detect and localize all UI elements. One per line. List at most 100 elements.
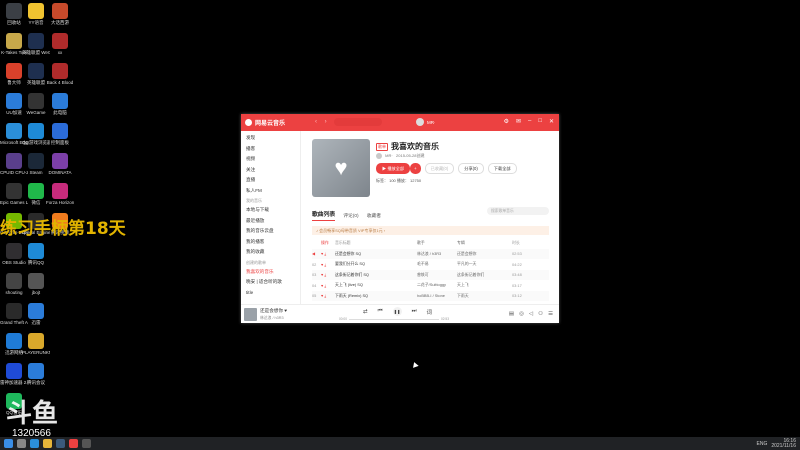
user-profile[interactable]: MR· [416,118,436,126]
desktop-icon-b4b[interactable]: Back 4 Blood [46,63,74,85]
next-icon[interactable]: ⏭ [412,308,417,315]
table-row[interactable]: 03 ♥ ⤓ 这条街记着你们 SQ 曾轶可 这条街记着你们 03:48 [312,269,549,280]
desktop-icon-jbojt[interactable]: jbojt [22,273,50,295]
desktop-icon-dahuaxiyou[interactable]: 大话西游 [46,3,74,25]
desktop-icon-tencent-meeting[interactable]: 腾讯会议 [22,363,50,385]
lyrics-icon[interactable]: 词 [427,308,433,316]
minimize-icon[interactable]: – [528,118,531,125]
vip-banner[interactable]: ♪ 会员畅享SQ母带音质 VIP专享仅1元 › [312,226,549,235]
song-artist[interactable]: 曾轶可 [417,272,457,278]
like-download-icons[interactable]: ♥ ⤓ [321,272,335,277]
add-to-queue-button[interactable]: + [410,163,421,174]
clock[interactable]: 16:16 2021/11/16 [771,438,796,449]
desktop-icon-qq[interactable]: 腾讯QQ [22,243,50,265]
tab-0[interactable]: 歌曲列表 [312,209,336,221]
song-artist[interactable]: hoBBB-I / Stone [417,293,457,298]
song-album[interactable]: 平凡的一天 [457,261,512,267]
header-artist[interactable]: 歌手 [417,240,457,246]
table-row[interactable]: 05 ♥ ⤓ 下雨天 (Remix) SQ hoBBB-I / Stone 下雨天 03:… [312,290,549,301]
song-title[interactable]: 要我们分开么 SQ [335,261,417,267]
settings-icon[interactable]: ⚙ [504,118,509,125]
song-album[interactable]: 还是会想你 [457,251,512,257]
creator-name[interactable]: MR· [385,153,393,158]
play-all-button[interactable]: ▶ 播放全部 [376,163,411,174]
song-artist[interactable]: 毛不易 [417,261,457,267]
desktop-icon-pubg[interactable]: PLAYERUNKNOWN'S BATTLEGROUNDS [22,333,50,355]
obs-icon[interactable] [82,439,91,448]
tab-2[interactable]: 收藏者 [367,212,381,221]
sidebar-item[interactable]: 关注 [246,165,300,176]
volume-icon[interactable]: ◁ [529,311,533,317]
previous-icon[interactable]: ⏮ [378,308,383,315]
table-row[interactable]: 04 ♥ ⤓ 天上飞 (live) SQ 二花子/Suittoggy 天上飞 03:17 [312,280,549,291]
song-album[interactable]: 下雨天 [457,293,512,299]
table-row[interactable]: ◀ ♥ ⤓ 还是会想你 SQ 林达浪 / h3R3 还是会想你 02:53 [312,248,549,259]
sound-effect-icon[interactable]: ◎ [519,311,524,317]
now-playing-artist[interactable]: 林达浪 / h3R3 [260,316,284,321]
like-download-icons[interactable]: ♥ ⤓ [321,293,335,298]
desktop-icon-game-xx[interactable]: xx [46,33,74,55]
download-all-button[interactable]: 下载全部 [487,163,517,174]
header-duration[interactable]: 时长 [512,240,532,246]
table-row[interactable]: 02 ♥ ⤓ 要我们分开么 SQ 毛不易 平凡的一天 04:22 [312,259,549,270]
windows-start-icon[interactable] [4,439,13,448]
maximize-icon[interactable]: □ [538,118,542,125]
desktop-icon-xunlei[interactable]: 迅雷 [22,303,50,325]
header-title[interactable]: 音乐标题 [335,240,417,246]
username[interactable]: MR· [427,120,436,125]
now-playing-title[interactable]: 还是会想你 ♥ [260,308,287,314]
song-title[interactable]: 天上飞 (live) SQ [335,282,417,288]
nav-back-forward-icons[interactable]: ‹ › [315,119,330,125]
desktop-icon-control-panel[interactable]: 控制面板 [46,123,74,145]
song-artist[interactable]: 林达浪 / h3R3 [417,251,457,257]
playlist-queue-icon[interactable]: ☰ [548,311,553,317]
input-language[interactable]: ENG [757,441,768,447]
song-album[interactable]: 这条街记着你们 [457,272,512,278]
avatar[interactable] [416,118,424,126]
sidebar-item[interactable]: 我的收藏 [246,247,300,258]
desktop-icon-forza[interactable]: Forza Horizon 5 [46,183,74,205]
now-playing-cover[interactable] [244,308,257,321]
search-icon[interactable] [17,439,26,448]
like-download-icons[interactable]: ♥ ⤓ [321,283,335,288]
song-album[interactable]: 天上飞 [457,282,512,288]
edge-icon[interactable] [30,439,39,448]
file-explorer-icon[interactable] [43,439,52,448]
share-button[interactable]: 分享(0) [458,163,484,174]
play-mode-icon[interactable]: ⇄ [363,309,368,315]
progress-bar[interactable] [349,319,439,320]
sidebar-item[interactable]: 我的播客 [246,237,300,248]
creator-avatar[interactable] [376,153,382,159]
quality-icon[interactable]: ▤ [509,311,514,317]
song-artist[interactable]: 二花子/Suittoggy [417,282,457,288]
song-title[interactable]: 还是会想你 SQ [335,251,417,257]
sidebar-item[interactable]: 发现 [246,133,300,144]
header-album[interactable]: 专辑 [457,240,512,246]
desktop-icon-this-pc[interactable]: 此电脑 [46,93,74,115]
like-download-icons[interactable]: ♥ ⤓ [321,262,335,267]
search-input[interactable] [334,118,382,126]
desktop-icon-dominata[interactable]: DOMINATA [46,153,74,175]
netease-music-icon[interactable] [69,439,78,448]
sidebar-item[interactable]: 本地与下载 [246,205,300,216]
close-icon[interactable]: ✕ [549,118,554,125]
mail-icon[interactable]: ✉ [516,118,521,125]
sidebar-item[interactable]: 私人FM [246,186,300,197]
sidebar-item[interactable]: 晚安 | 适合听的歌 [246,277,300,288]
song-title[interactable]: 下雨天 (Remix) SQ [335,293,417,299]
sidebar-item[interactable]: 播客 [246,144,300,155]
sidebar-item[interactable]: 视频 [246,154,300,165]
sidebar-item[interactable]: 最近播放 [246,216,300,227]
song-title[interactable]: 这条街记着你们 SQ [335,272,417,278]
collect-button[interactable]: 已收藏(0) [424,163,455,174]
tab-1[interactable]: 评论(0) [343,212,358,221]
sidebar-item[interactable]: title [246,288,300,299]
play-pause-icon[interactable]: ❚❚ [392,307,402,316]
listen-together-icon[interactable]: ⚇ [538,311,543,317]
sidebar-item[interactable]: 我的音乐云盘 [246,226,300,237]
playlist-search-input[interactable]: 搜索歌单音乐 [487,207,549,215]
sidebar-item[interactable]: 直播 [246,175,300,186]
sidebar-item[interactable]: 我喜欢的音乐 [246,267,300,278]
steam-icon[interactable] [56,439,65,448]
like-download-icons[interactable]: ♥ ⤓ [321,251,335,256]
